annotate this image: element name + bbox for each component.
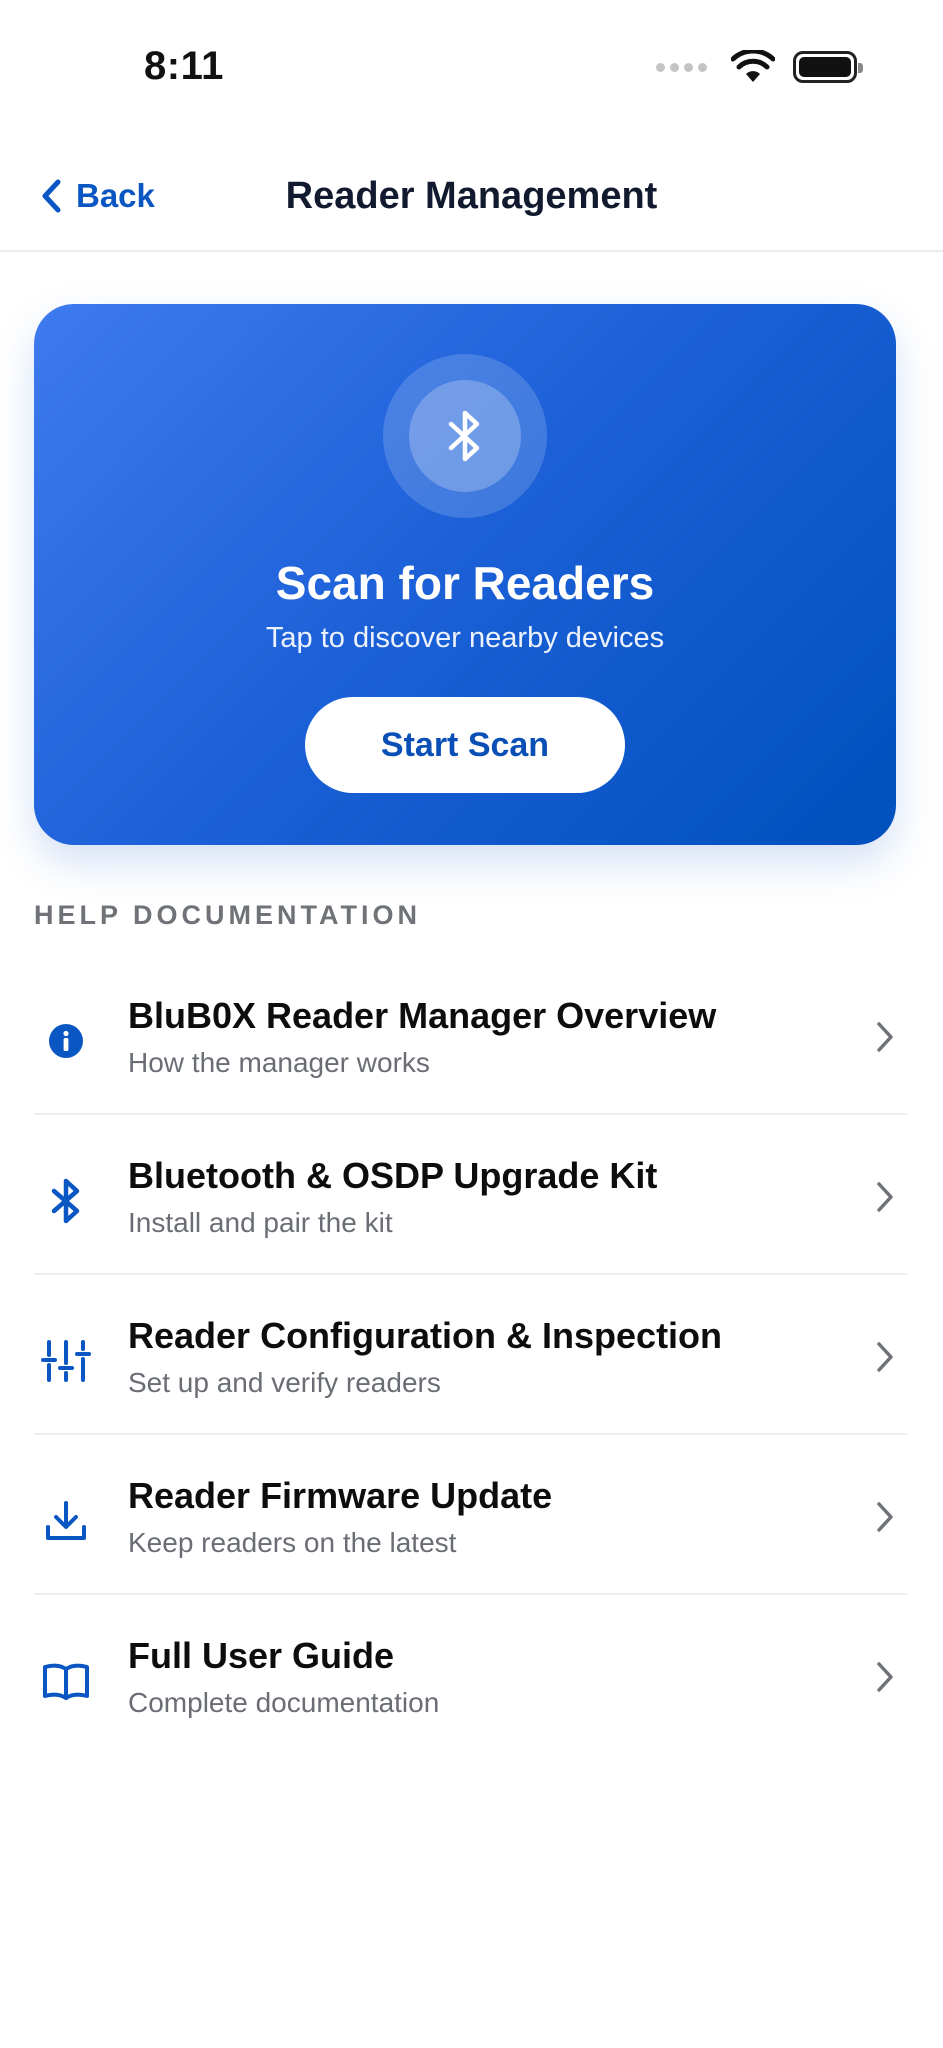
bluetooth-icon [448,410,480,462]
help-item-subtitle: Complete documentation [128,1687,440,1718]
chevron-right-icon [877,1022,893,1052]
chevron-right-icon [877,1342,893,1372]
info-icon [38,1013,94,1069]
help-item-title: Reader Configuration & Inspection [128,1315,723,1356]
scan-subtitle: Tap to discover nearby devices [265,622,665,654]
help-item-title: BluB0X Reader Manager Overview [128,995,717,1036]
help-item-subtitle: Keep readers on the latest [128,1527,457,1558]
chevron-right-icon [877,1502,893,1532]
navigation-bar: Back Reader Management [0,140,943,252]
bluetooth-icon-halo [383,354,547,518]
page-title: Reader Management [0,168,943,224]
signal-dots-icon [656,62,707,72]
chevron-right-icon [877,1662,893,1692]
help-item-subtitle: Install and pair the kit [128,1207,393,1238]
start-scan-button[interactable]: Start Scan [305,697,625,793]
battery-icon [793,51,863,83]
wifi-icon [731,50,775,82]
help-item-title: Reader Firmware Update [128,1475,553,1516]
page-title-text: Reader Management [285,175,658,217]
status-icons [656,50,863,84]
status-bar: 8:11 [0,0,943,140]
chevron-right-icon [877,1182,893,1212]
help-item-configuration[interactable]: Reader Configuration & Inspection Set up… [34,1275,908,1435]
bluetooth-icon [38,1173,94,1229]
help-documentation-list: BluB0X Reader Manager Overview How the m… [34,955,908,1755]
bluetooth-icon-badge [409,380,521,492]
help-item-title: Full User Guide [128,1635,395,1676]
help-item-bluetooth-kit[interactable]: Bluetooth & OSDP Upgrade Kit Install and… [34,1115,908,1275]
help-section-header: HELP DOCUMENTATION [34,900,421,930]
book-icon [38,1653,94,1709]
help-item-overview[interactable]: BluB0X Reader Manager Overview How the m… [34,955,908,1115]
sliders-icon [38,1333,94,1389]
scan-title: Scan for Readers [275,557,655,609]
reader-management-screen: 8:11 Back Reader Management Scan for Rea… [0,0,943,2048]
help-item-subtitle: How the manager works [128,1047,430,1078]
status-time: 8:11 [144,44,224,88]
help-item-subtitle: Set up and verify readers [128,1367,441,1398]
help-item-title: Bluetooth & OSDP Upgrade Kit [128,1155,658,1196]
download-icon [38,1493,94,1549]
help-item-user-guide[interactable]: Full User Guide Complete documentation [34,1595,908,1755]
help-item-firmware-update[interactable]: Reader Firmware Update Keep readers on t… [34,1435,908,1595]
scan-for-readers-card: Scan for Readers Tap to discover nearby … [34,304,896,845]
